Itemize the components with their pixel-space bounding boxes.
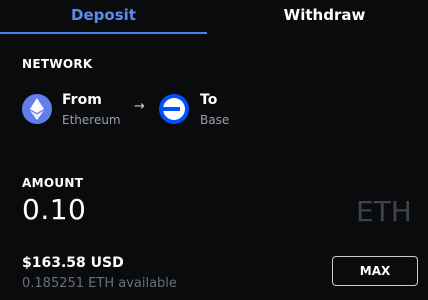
network-section-label: NETWORK <box>22 57 93 71</box>
base-icon <box>159 94 189 124</box>
max-button[interactable]: MAX <box>332 256 418 286</box>
amount-section-label: AMOUNT <box>22 176 84 190</box>
arrow-right-icon: → <box>134 99 145 114</box>
amount-unit: ETH <box>356 195 412 228</box>
from-network-name: Ethereum <box>62 113 121 127</box>
tab-bar: Deposit Withdraw <box>0 0 428 34</box>
to-network-name: Base <box>200 113 230 127</box>
to-label: To <box>200 92 218 108</box>
usd-value: $163.58 USD <box>22 255 124 271</box>
amount-input[interactable]: 0.10 <box>22 193 86 226</box>
tab-withdraw[interactable]: Withdraw <box>221 0 428 32</box>
from-label: From <box>62 92 102 108</box>
tab-deposit[interactable]: Deposit <box>0 0 207 34</box>
available-balance: 0.185251 ETH available <box>22 276 177 291</box>
ethereum-icon <box>22 94 52 124</box>
